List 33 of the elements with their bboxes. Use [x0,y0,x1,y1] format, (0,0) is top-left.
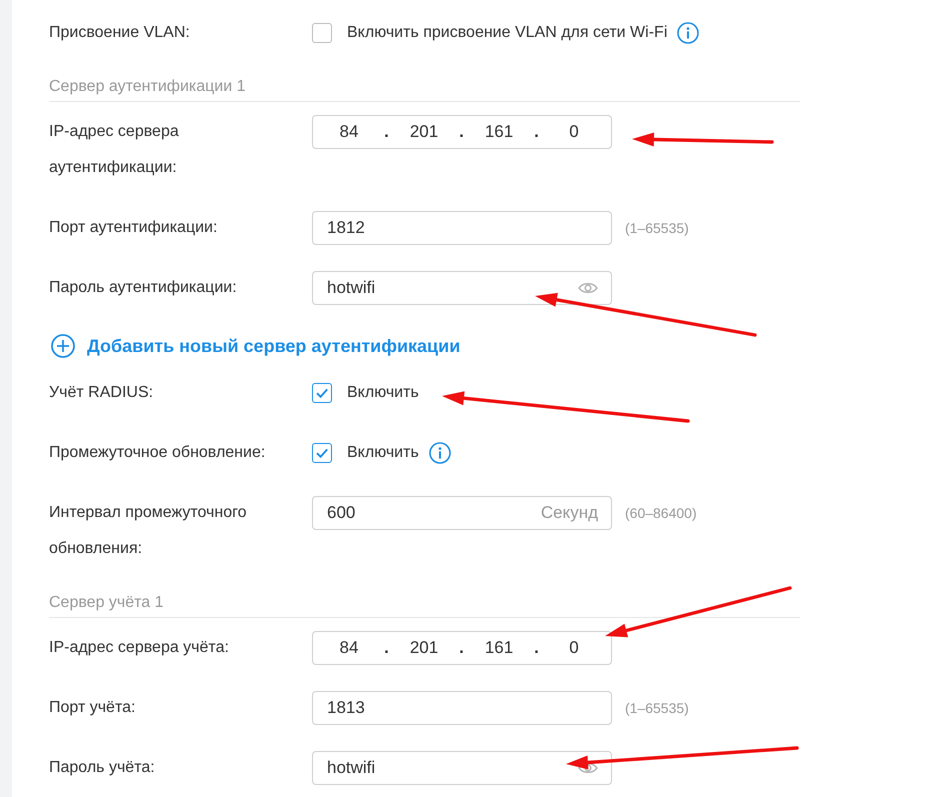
checkbox[interactable] [312,23,332,43]
range-hint: (1–65535) [625,699,689,718]
field-label: Порт аутентификации: [49,218,218,238]
ip-address-field[interactable]: 84 . 201 . 161 . 0 [312,115,612,149]
password-field[interactable]: hotwifi [312,271,612,305]
range-hint: (60–86400) [625,504,697,523]
info-icon[interactable] [428,442,451,464]
field-label: Промежуточное обновление: [49,443,266,463]
field-label: Интервал промежуточного обновления: [49,503,248,559]
interval-field[interactable]: 600 Секунд [312,496,612,530]
field-label: Присвоение VLAN: [49,23,190,43]
field-label: IP-адрес сервера аутентификации: [49,122,180,178]
checkbox[interactable] [312,443,332,463]
info-icon[interactable] [677,22,700,44]
field-label: Учёт RADIUS: [49,383,154,403]
option-label[interactable]: Включить [347,375,419,411]
eye-icon[interactable] [578,761,598,775]
field-label: Порт учёта: [49,698,136,718]
field-label: IP-адрес сервера учёта: [49,638,229,658]
password-field[interactable]: hotwifi [312,751,612,785]
eye-icon[interactable] [578,281,598,295]
port-field[interactable]: 1812 [312,211,612,245]
option-label[interactable]: Включить присвоение VLAN для сети Wi-Fi [347,15,668,51]
checkbox[interactable] [312,383,332,403]
ip-address-field[interactable]: 84 . 201 . 161 . 0 [312,631,612,665]
add-circle-icon[interactable] [51,334,75,358]
section-title: Сервер аутентификации 1 [49,77,246,97]
port-field[interactable]: 1813 [312,691,612,725]
field-label: Пароль учёта: [49,758,155,778]
field-label: Пароль аутентификации: [49,278,237,298]
section-title: Сервер учёта 1 [49,593,164,613]
range-hint: (1–65535) [625,219,689,238]
option-label[interactable]: Включить [347,435,419,471]
